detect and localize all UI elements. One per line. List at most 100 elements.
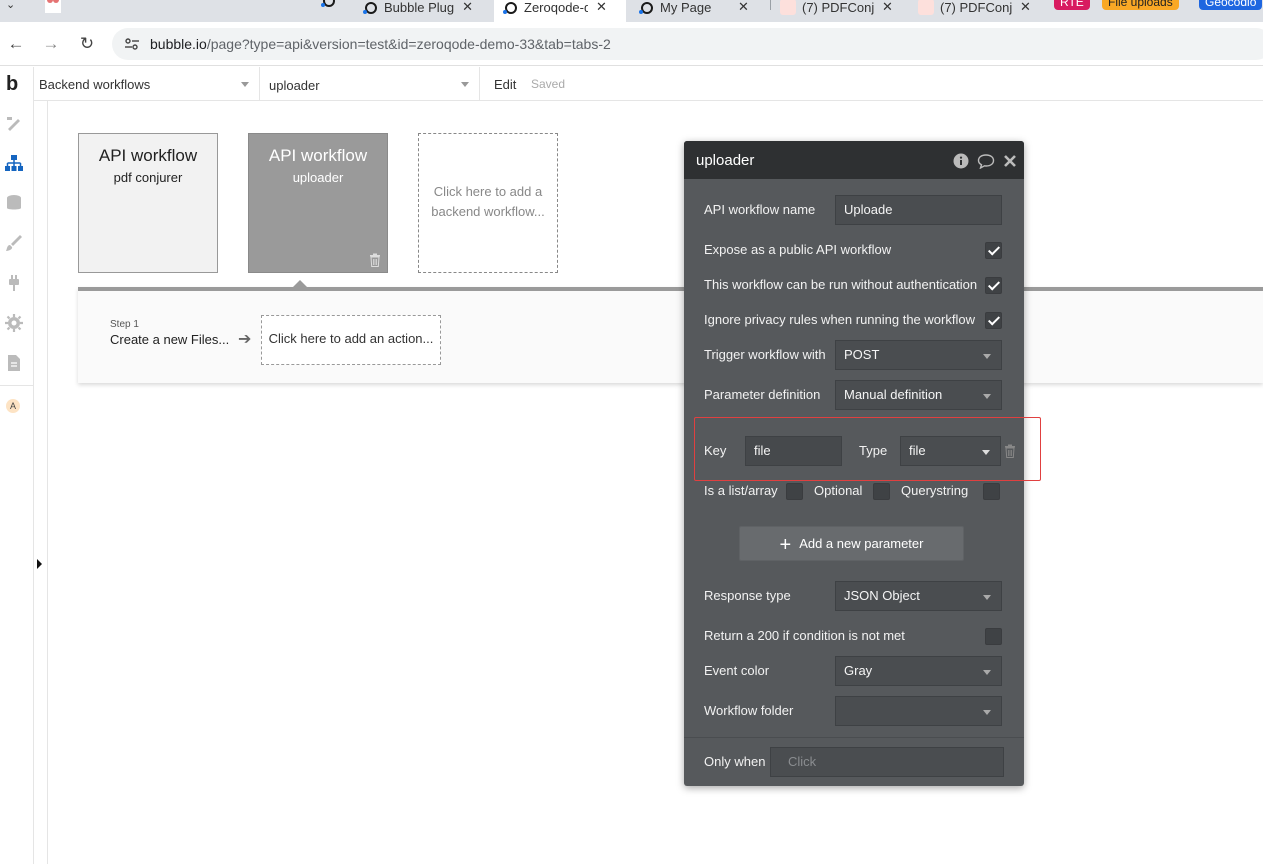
step-number: Step 1 — [110, 319, 139, 330]
close-icon[interactable] — [1003, 153, 1017, 169]
tab-close-icon[interactable]: ✕ — [596, 0, 607, 15]
tab-close-icon[interactable]: ✕ — [462, 0, 473, 15]
tab-search-chevron-icon[interactable]: ⌄ — [6, 0, 15, 11]
trash-icon[interactable] — [369, 253, 381, 267]
logs-tab-icon[interactable] — [5, 354, 23, 372]
card-title: API workflow — [268, 146, 368, 165]
no-auth-checkbox[interactable] — [985, 277, 1002, 294]
tab-close-icon[interactable]: ✕ — [882, 0, 893, 15]
trigger-method-label: Trigger workflow with — [704, 347, 826, 362]
workflow-folder-label: Workflow folder — [704, 703, 794, 718]
tab-group-file-uploads[interactable]: File uploads — [1102, 0, 1179, 10]
bubble-logo[interactable]: b — [6, 73, 18, 96]
parameter-definition-value: Manual definition — [844, 387, 943, 402]
api-workflow-name-input[interactable]: Uploade — [835, 195, 1002, 225]
api-workflow-card-uploader[interactable]: API workflow uploader — [248, 133, 388, 273]
workflow-folder-dropdown[interactable] — [835, 696, 1002, 726]
response-type-value: JSON Object — [844, 588, 920, 603]
tab-group-rte[interactable]: RTE — [1054, 0, 1090, 10]
reload-icon[interactable]: ↻ — [75, 32, 99, 56]
optional-checkbox[interactable] — [873, 483, 890, 500]
trigger-method-dropdown[interactable]: POST — [835, 340, 1002, 370]
response-type-dropdown[interactable]: JSON Object — [835, 581, 1002, 611]
data-tab-icon[interactable] — [5, 194, 23, 212]
browser-toolbar: ← → ↻ bubble.io/page?type=api&version=te… — [0, 22, 1263, 66]
return-200-label: Return a 200 if condition is not met — [704, 628, 905, 643]
no-auth-label: This workflow can be run without authent… — [704, 277, 978, 292]
chevron-down-icon — [983, 595, 991, 600]
chevron-down-icon — [461, 82, 469, 87]
parameter-definition-label: Parameter definition — [704, 387, 821, 402]
address-bar[interactable]: bubble.io/page?type=api&version=test&id=… — [112, 28, 1263, 60]
parameter-definition-dropdown[interactable]: Manual definition — [835, 380, 1002, 410]
page-select-dropdown[interactable]: Backend workflows — [34, 67, 260, 101]
card-subtitle: pdf conjurer — [113, 170, 183, 185]
chevron-down-icon — [983, 354, 991, 359]
tab-separator — [770, 0, 771, 10]
card-subtitle: uploader — [292, 170, 344, 185]
browser-tab-active[interactable]: Zeroqode-d ✕ — [494, 0, 626, 22]
site-settings-icon[interactable] — [124, 36, 140, 52]
chevron-down-icon — [241, 82, 249, 87]
expose-public-label: Expose as a public API workflow — [704, 242, 892, 257]
ignore-privacy-label: Ignore privacy rules when running the wo… — [704, 312, 975, 327]
panel-header[interactable]: uploader — [684, 141, 1024, 179]
step-1-action[interactable]: Create a new Files... — [110, 332, 229, 347]
property-editor-panel: uploader API workflow name Uploade Expos… — [684, 141, 1041, 786]
workflow-tab-icon[interactable] — [5, 154, 23, 172]
tab-title: My Page — [660, 0, 712, 15]
return-200-checkbox[interactable] — [985, 628, 1002, 645]
expand-panel-triangle-icon[interactable] — [37, 559, 42, 569]
highlighted-parameter-region — [694, 417, 1041, 481]
tab-title: (7) PDFConj — [802, 0, 874, 15]
event-color-label: Event color — [704, 663, 770, 678]
settings-tab-icon[interactable] — [5, 314, 23, 332]
workflow-select-dropdown[interactable]: uploader — [260, 67, 480, 101]
design-tab-icon[interactable] — [5, 114, 23, 132]
chevron-down-icon — [983, 670, 991, 675]
comment-icon[interactable] — [977, 153, 995, 169]
favicon-icon[interactable] — [45, 0, 61, 13]
avatar[interactable]: A — [6, 399, 20, 413]
event-color-dropdown[interactable]: Gray — [835, 656, 1002, 686]
browser-tab[interactable]: (7) PDFConj ✕ — [918, 0, 1031, 22]
tab-title: Bubble Plug — [384, 0, 455, 15]
expose-public-checkbox[interactable] — [985, 242, 1002, 259]
plugins-tab-icon[interactable] — [5, 274, 23, 292]
plus-icon: + — [779, 534, 792, 556]
bubble-favicon-icon[interactable] — [320, 0, 336, 13]
browser-tab[interactable]: Bubble Plug ✕ — [362, 0, 473, 22]
tab-group-geocodio[interactable]: Geocodio — [1199, 0, 1263, 10]
trigger-method-value: POST — [844, 347, 880, 362]
browser-tab[interactable]: My Page ✕ — [638, 0, 749, 22]
info-icon[interactable] — [953, 153, 969, 169]
add-parameter-button[interactable]: + Add a new parameter — [739, 526, 964, 561]
tab-close-icon[interactable]: ✕ — [1020, 0, 1031, 15]
add-action-button[interactable]: Click here to add an action... — [261, 315, 441, 365]
querystring-checkbox[interactable] — [983, 483, 1000, 500]
browser-tab[interactable]: (7) PDFConj ✕ — [780, 0, 893, 22]
is-list-checkbox[interactable] — [786, 483, 803, 500]
bubble-favicon-icon — [362, 0, 378, 15]
api-workflow-name-label: API workflow name — [704, 202, 816, 217]
api-workflow-card-pdf-conjurer[interactable]: API workflow pdf conjurer — [78, 133, 218, 273]
only-when-label: Only when — [704, 754, 766, 769]
workflow-steps-bar: Step 1 Create a new Files... ➔ Click her… — [78, 280, 1263, 383]
forward-arrow-icon[interactable]: → — [39, 32, 63, 56]
add-backend-workflow-card[interactable]: Click here to add a backend workflow... — [418, 133, 558, 273]
add-parameter-label: Add a new parameter — [799, 536, 924, 551]
save-status: Saved — [531, 77, 566, 91]
back-arrow-icon[interactable]: ← — [4, 32, 28, 56]
page-select-value: Backend workflows — [39, 77, 151, 92]
styles-tab-icon[interactable] — [5, 234, 23, 252]
tab-close-icon[interactable]: ✕ — [738, 0, 749, 15]
bubble-favicon-icon — [638, 0, 654, 15]
only-when-input[interactable]: Click — [770, 747, 1004, 777]
tab-title: (7) PDFConj — [940, 0, 1012, 15]
editor-toolbar: Backend workflows uploader Edit Saved — [34, 67, 1263, 101]
selected-card-pointer — [293, 280, 307, 287]
ignore-privacy-checkbox[interactable] — [985, 312, 1002, 329]
response-type-label: Response type — [704, 588, 791, 603]
bubble-favicon-icon — [502, 0, 518, 15]
edit-menu[interactable]: Edit — [494, 77, 516, 92]
